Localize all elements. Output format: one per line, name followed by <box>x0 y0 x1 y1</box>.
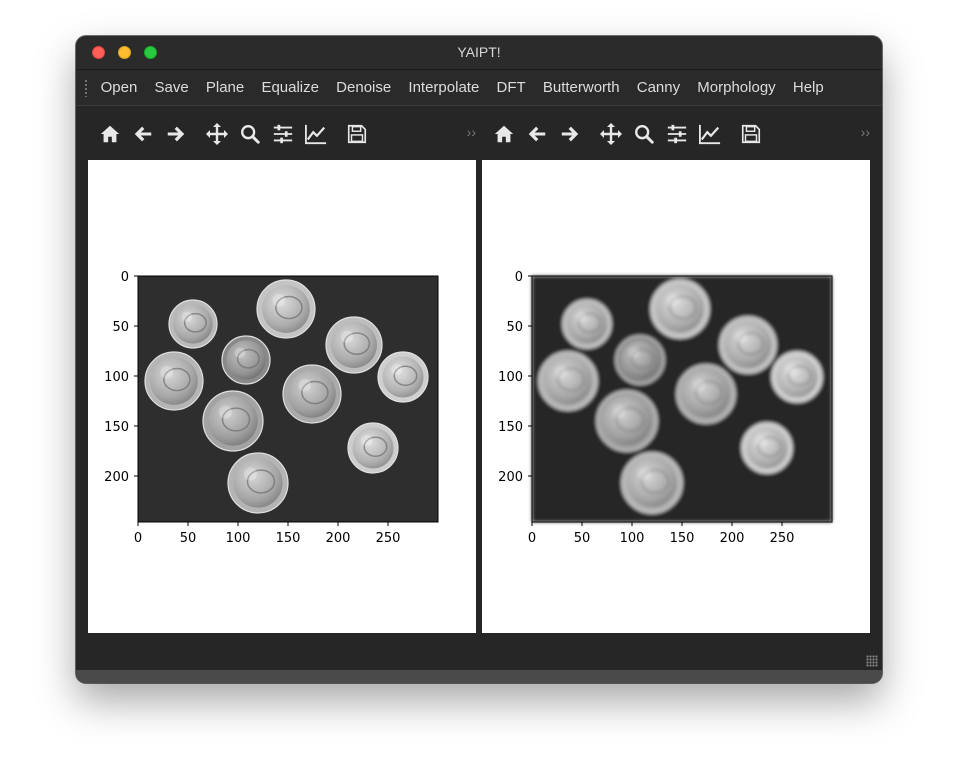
x-tick-label: 200 <box>720 531 745 546</box>
window-bottom-edge <box>76 670 882 683</box>
x-tick-label: 0 <box>528 531 536 546</box>
pan-move-icon[interactable] <box>595 118 627 150</box>
window-title: YAIPT! <box>457 44 501 60</box>
x-tick-label: 100 <box>226 531 251 546</box>
home-icon[interactable] <box>94 118 126 150</box>
y-tick-label: 150 <box>498 420 523 435</box>
x-tick-label: 250 <box>770 531 795 546</box>
filtered-image-plot[interactable]: 0 50 100 150 200 250 0 50 100 150 200 <box>482 160 870 633</box>
coin <box>202 390 264 452</box>
x-tick-label: 50 <box>180 531 197 546</box>
y-tick-label: 200 <box>498 470 523 485</box>
toolbar-overflow-button[interactable]: ›› <box>861 124 870 140</box>
coin <box>227 452 289 514</box>
title-bar[interactable]: YAIPT! <box>76 36 882 70</box>
menu-canny[interactable]: Canny <box>628 70 689 105</box>
original-image-canvas[interactable]: 0 50 100 150 200 250 0 50 100 150 200 <box>88 160 476 633</box>
menu-morphology[interactable]: Morphology <box>689 70 785 105</box>
original-image-plot[interactable]: 0 50 100 150 200 250 0 50 100 150 200 <box>88 160 476 633</box>
save-floppy-icon[interactable] <box>735 118 767 150</box>
coin <box>676 364 736 424</box>
menu-plane[interactable]: Plane <box>197 70 253 105</box>
coin <box>325 316 383 374</box>
coin <box>596 390 658 452</box>
x-tick-label: 0 <box>134 531 142 546</box>
edit-axes-icon[interactable] <box>694 118 726 150</box>
x-tick-label: 150 <box>276 531 301 546</box>
menu-grip-handle[interactable] <box>84 79 88 97</box>
home-icon[interactable] <box>488 118 520 150</box>
menu-help[interactable]: Help <box>784 70 832 105</box>
configure-subplots-icon[interactable] <box>267 118 299 150</box>
coin <box>562 299 612 349</box>
y-tick-label: 0 <box>515 270 523 285</box>
coin <box>719 316 777 374</box>
edit-axes-icon[interactable] <box>300 118 332 150</box>
coin <box>256 279 316 339</box>
coin <box>771 351 823 403</box>
zoom-magnifier-icon[interactable] <box>234 118 266 150</box>
y-tick-label: 200 <box>104 470 129 485</box>
y-tick-label: 50 <box>112 320 129 335</box>
x-tick-label: 50 <box>574 531 591 546</box>
coin <box>144 351 204 411</box>
right-plot-toolbar: ›› <box>488 112 870 156</box>
coin <box>168 299 218 349</box>
menu-butterworth[interactable]: Butterworth <box>534 70 628 105</box>
coin <box>538 351 598 411</box>
forward-arrow-icon[interactable] <box>160 118 192 150</box>
y-tick-label: 100 <box>498 370 523 385</box>
left-plot-toolbar: ›› <box>94 112 476 156</box>
y-tick-label: 0 <box>121 270 129 285</box>
x-tick-label: 200 <box>326 531 351 546</box>
coin <box>621 452 683 514</box>
image-area <box>532 276 832 522</box>
configure-subplots-icon[interactable] <box>661 118 693 150</box>
coin <box>650 279 710 339</box>
x-tick-label: 100 <box>620 531 645 546</box>
back-arrow-icon[interactable] <box>127 118 159 150</box>
menu-equalize[interactable]: Equalize <box>253 70 328 105</box>
menu-denoise[interactable]: Denoise <box>328 70 400 105</box>
y-tick-label: 150 <box>104 420 129 435</box>
coin <box>347 422 399 474</box>
app-window: YAIPT! Open Save Plane Equalize Denoise … <box>76 36 882 683</box>
filtered-image-canvas[interactable]: 0 50 100 150 200 250 0 50 100 150 200 <box>482 160 870 633</box>
coin <box>282 364 342 424</box>
y-tick-label: 100 <box>104 370 129 385</box>
coin <box>741 422 793 474</box>
zoom-magnifier-icon[interactable] <box>628 118 660 150</box>
pan-move-icon[interactable] <box>201 118 233 150</box>
image-area <box>138 276 438 522</box>
x-tick-label: 250 <box>376 531 401 546</box>
menu-open[interactable]: Open <box>92 70 146 105</box>
toolbar-overflow-button[interactable]: ›› <box>467 124 476 140</box>
coin <box>221 335 271 385</box>
menu-bar: Open Save Plane Equalize Denoise Interpo… <box>76 70 882 106</box>
menu-interpolate[interactable]: Interpolate <box>400 70 488 105</box>
back-arrow-icon[interactable] <box>521 118 553 150</box>
status-bar <box>76 636 882 670</box>
coin <box>377 351 429 403</box>
resize-grip-icon[interactable] <box>866 655 878 667</box>
menu-save[interactable]: Save <box>146 70 197 105</box>
y-tick-label: 50 <box>506 320 523 335</box>
save-floppy-icon[interactable] <box>341 118 373 150</box>
coin <box>615 335 665 385</box>
forward-arrow-icon[interactable] <box>554 118 586 150</box>
x-tick-label: 150 <box>670 531 695 546</box>
menu-dft[interactable]: DFT <box>488 70 534 105</box>
